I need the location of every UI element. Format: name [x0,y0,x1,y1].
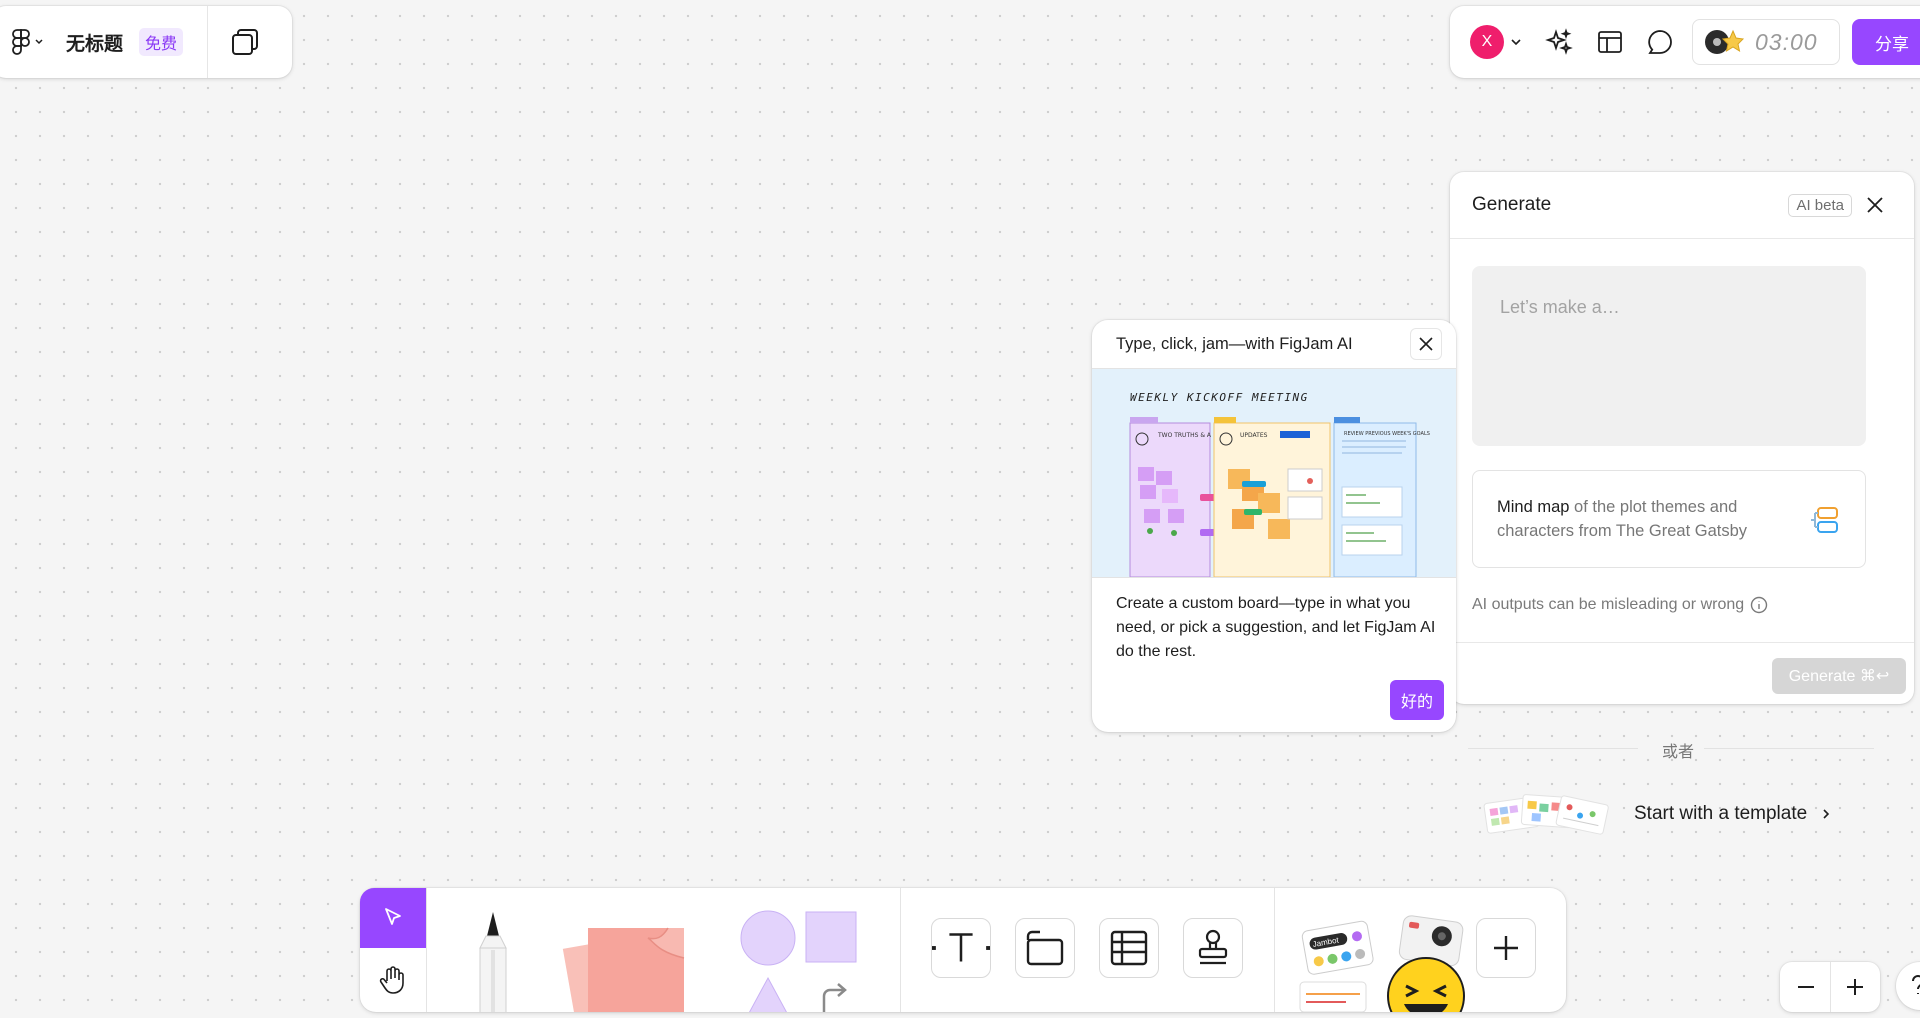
top-right-bar: X 03:00 分享 [1450,6,1920,78]
zoom-out-button[interactable] [1794,975,1818,999]
zoom-in-button[interactable] [1843,975,1867,999]
template-link-label[interactable]: Start with a template [1634,803,1807,825]
select-tool[interactable] [360,888,426,948]
close-icon[interactable] [1410,328,1442,360]
avatar[interactable]: X [1470,25,1504,59]
table-tool[interactable] [1099,918,1159,978]
divider [1274,888,1275,1012]
ai-disclaimer: AI outputs can be misleading or wrong [1472,596,1768,614]
chevron-right-icon [1821,807,1831,821]
plan-badge[interactable]: 免费 [139,28,184,56]
divider [1450,642,1914,643]
figma-logo-icon [12,29,30,55]
chevron-down-icon[interactable] [1510,33,1522,51]
stamp-icon [1198,929,1228,965]
section-icon [1026,930,1064,966]
or-label: 或者 [1661,744,1694,761]
shape-tool[interactable] [740,908,860,1012]
hand-tool[interactable] [360,948,426,1012]
prompt-input[interactable] [1498,296,1842,319]
timer-value: 03:00 [1755,28,1818,55]
comment-icon[interactable] [1646,28,1674,56]
generate-panel-header: Generate AI beta [1450,172,1914,239]
column-title-3: REVIEW PREVIOUS WEEK'S GOALS [1344,431,1430,437]
divider [1468,748,1638,749]
tooltip-ok-button[interactable]: 好的 [1389,680,1444,720]
more-tools-button[interactable] [1476,918,1536,978]
tooltip-illustration: WEEKLY KICKOFF MEETING TWO TRUTHS & A LI… [1092,368,1456,578]
plus-icon [1494,936,1518,960]
divider [900,888,901,1012]
main-menu-button[interactable] [12,29,44,55]
generate-panel: Generate AI beta Mind map of the plot th… [1450,172,1914,704]
templates-icon[interactable] [1596,28,1624,56]
divider [426,888,427,1012]
music-disc-icon [1705,29,1745,54]
column-title-1: TWO TRUTHS & A LIE [1157,432,1222,439]
prompt-box[interactable] [1472,266,1866,446]
text-icon [932,933,990,962]
section-tool[interactable] [1015,918,1075,978]
column-title-2: UPDATES [1240,432,1268,439]
tooltip-title: Type, click, jam—with FigJam AI [1116,334,1353,353]
tooltip-header: Type, click, jam—with FigJam AI [1092,320,1456,368]
divider [207,6,209,78]
help-icon [1912,975,1920,994]
timer-widget[interactable]: 03:00 [1692,19,1840,65]
bottom-toolbar: Jambot [360,888,1566,1012]
widgets-tool[interactable]: Jambot [1296,904,1472,1012]
generate-panel-title: Generate [1472,194,1552,215]
info-icon[interactable] [1750,596,1768,614]
or-separator: 或者 [1468,738,1888,761]
mind-map-icon [1809,505,1839,540]
suggestion-text: Mind map of the plot themes and characte… [1497,495,1797,543]
stamp-tool[interactable] [1183,918,1243,978]
figjam-ai-tooltip: Type, click, jam—with FigJam AI WEEKLY K… [1092,320,1456,732]
file-menu-bar: 无标题 免费 [0,6,292,78]
sticky-note-icon [562,927,685,1012]
chevron-down-icon [35,39,43,45]
pages-icon [232,29,259,55]
generate-button[interactable]: Generate ⌘↩ [1772,658,1906,694]
share-button[interactable]: 分享 [1852,19,1920,65]
text-tool[interactable] [931,918,991,978]
plus-icon [1847,979,1863,995]
disclaimer-text: AI outputs can be misleading or wrong [1472,596,1745,613]
marker-icon [479,912,507,1012]
jambot-stickers-icon: Jambot [1299,915,1465,1012]
sticky-note-tool[interactable] [556,914,696,1012]
suggestion-card[interactable]: Mind map of the plot themes and characte… [1472,470,1866,568]
close-icon[interactable] [1866,196,1884,214]
divider [1704,748,1874,749]
zoom-controls [1780,962,1880,1012]
board-title: WEEKLY KICKOFF MEETING [1130,391,1309,404]
ai-beta-badge: AI beta [1788,193,1852,217]
divider [1830,962,1831,1012]
document-title[interactable]: 无标题 [66,29,123,56]
suggestion-type: Mind map [1497,498,1570,516]
hand-icon [379,966,404,994]
pages-button[interactable] [230,27,260,57]
help-button[interactable] [1896,962,1920,1010]
table-icon [1110,930,1148,966]
tooltip-body: Create a custom board—type in what you n… [1116,595,1436,660]
marker-tool[interactable] [458,910,528,1012]
shapes-icon [740,910,857,1012]
ai-sparkle-icon[interactable] [1544,27,1574,57]
start-with-template-link[interactable]: Start with a template [1482,792,1882,836]
cursor-icon [385,908,401,925]
minus-icon [1798,986,1814,988]
template-thumbnails [1482,792,1612,836]
